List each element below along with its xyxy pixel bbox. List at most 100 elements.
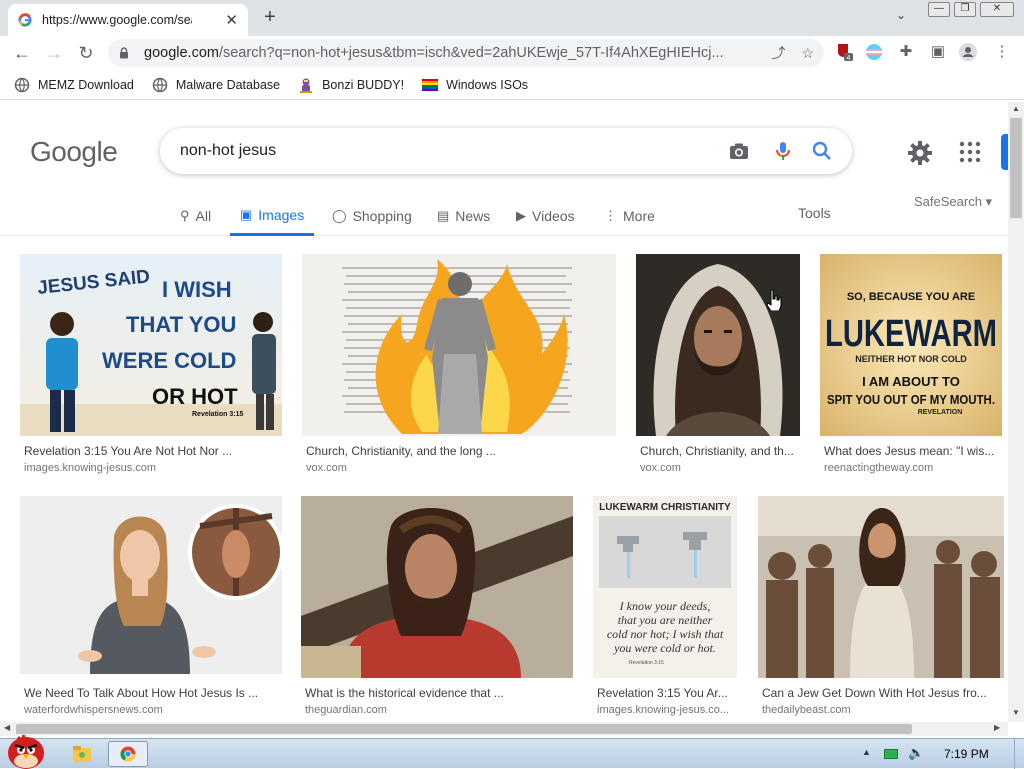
result-title[interactable]: Revelation 3:15 You Are Not Hot Nor ... xyxy=(24,444,280,458)
scroll-right-arrow-icon[interactable]: ▶ xyxy=(994,723,1000,732)
svg-text:LUKEWARM: LUKEWARM xyxy=(825,313,997,355)
svg-text:SO, BECAUSE YOU ARE: SO, BECAUSE YOU ARE xyxy=(847,291,975,303)
result-title[interactable]: Revelation 3:15 You Ar... xyxy=(597,686,737,700)
lock-icon xyxy=(120,47,128,59)
result-image[interactable] xyxy=(636,254,800,436)
safesearch-dropdown[interactable]: SafeSearch ▾ xyxy=(914,194,992,210)
result-source[interactable]: vox.com xyxy=(640,462,800,474)
minimize-button[interactable]: — xyxy=(928,2,950,17)
tab-title: https://www.google.com/search?q xyxy=(42,13,192,27)
result-image[interactable] xyxy=(302,254,616,436)
browser-tab[interactable]: https://www.google.com/search?q ✕ xyxy=(8,4,248,36)
browser-toolbar: ← → ↻ google.com/search?q=non-hot+jesus&… xyxy=(0,36,1024,70)
settings-gear-icon[interactable] xyxy=(906,139,934,167)
globe-icon xyxy=(152,77,168,92)
restore-button[interactable]: ❐ xyxy=(954,2,976,17)
svg-text:I AM ABOUT TO: I AM ABOUT TO xyxy=(862,374,960,389)
search-icon[interactable] xyxy=(811,140,833,162)
bookmark-star-icon[interactable]: ☆ xyxy=(801,45,814,62)
address-bar[interactable]: google.com/search?q=non-hot+jesus&tbm=is… xyxy=(108,39,824,67)
back-arrow-icon[interactable]: ← xyxy=(10,41,34,65)
bookmark-item[interactable]: MEMZ Download xyxy=(14,77,134,93)
result-source[interactable]: images.knowing-jesus.co... xyxy=(597,704,737,716)
result-title[interactable]: Church, Christianity, and the long ... xyxy=(306,444,606,458)
scroll-left-arrow-icon[interactable]: ◀ xyxy=(4,723,10,732)
profile-avatar-icon[interactable] xyxy=(958,42,978,62)
horizontal-scrollbar-thumb[interactable] xyxy=(16,724,912,734)
tag-icon: ◯ xyxy=(332,208,347,223)
clock[interactable]: 7:19 PM xyxy=(944,747,989,761)
bonzi-icon xyxy=(300,78,313,93)
google-favicon-icon xyxy=(18,13,32,27)
side-panel-icon[interactable]: ▣ xyxy=(928,42,948,62)
forward-arrow-icon[interactable]: → xyxy=(42,41,66,65)
extension-flag-icon[interactable] xyxy=(864,42,884,62)
scroll-down-arrow-icon[interactable]: ▼ xyxy=(1012,708,1020,717)
svg-text:REVELATION: REVELATION xyxy=(918,409,963,416)
svg-text:JESUS SAID: JESUS SAID xyxy=(36,266,151,299)
result-image[interactable]: JESUS SAID I WISH THAT YOU WERE COLD OR … xyxy=(20,254,282,436)
taskbar-chrome-button[interactable] xyxy=(108,741,148,767)
result-image[interactable] xyxy=(301,496,573,678)
url-text: google.com/search?q=non-hot+jesus&tbm=is… xyxy=(144,45,724,61)
show-desktop-button[interactable] xyxy=(1014,739,1024,769)
result-title[interactable]: What does Jesus mean: "I wis... xyxy=(824,444,1002,458)
result-title[interactable]: What is the historical evidence that ... xyxy=(305,686,571,700)
close-window-button[interactable]: ✕ xyxy=(980,2,1014,17)
result-title[interactable]: Can a Jew Get Down With Hot Jesus fro... xyxy=(762,686,1002,700)
search-box[interactable] xyxy=(160,128,852,174)
volume-icon[interactable]: 🔈 xyxy=(908,745,924,761)
tray-expand-icon[interactable]: ▲ xyxy=(862,747,871,757)
share-icon[interactable]: ⤴ xyxy=(771,43,785,63)
tab-shopping[interactable]: ◯ Shopping xyxy=(332,196,412,236)
result-image[interactable] xyxy=(20,496,282,674)
reload-icon[interactable]: ↻ xyxy=(74,41,98,65)
svg-text:NEITHER HOT NOR COLD: NEITHER HOT NOR COLD xyxy=(855,354,967,364)
hand-cursor-icon xyxy=(766,289,782,311)
search-icon: ⚲ xyxy=(180,208,190,223)
tools-button[interactable]: Tools xyxy=(798,205,831,221)
tab-more[interactable]: ⋮ More xyxy=(604,196,655,236)
result-source[interactable]: reenactingtheway.com xyxy=(824,462,1002,474)
svg-text:you were cold or hot.: you were cold or hot. xyxy=(613,641,716,655)
microphone-icon[interactable] xyxy=(772,140,794,162)
file-explorer-icon[interactable] xyxy=(72,745,92,763)
bookmarks-bar: MEMZ Download Malware Database Bonzi BUD… xyxy=(0,70,1024,100)
new-tab-button[interactable]: + xyxy=(258,6,282,30)
svg-text:I know your deeds,: I know your deeds, xyxy=(619,599,711,613)
google-logo[interactable]: Google xyxy=(30,136,118,168)
tab-videos[interactable]: ▶ Videos xyxy=(516,196,575,236)
tab-news[interactable]: ▤ News xyxy=(437,196,490,236)
tab-images[interactable]: ▣ Images xyxy=(230,196,315,236)
vertical-scrollbar-thumb[interactable] xyxy=(1010,118,1022,218)
start-button-angry-bird-icon[interactable] xyxy=(4,733,50,769)
bookmark-item[interactable]: Windows ISOs xyxy=(422,77,528,93)
browser-menu-icon[interactable]: ⋮ xyxy=(992,42,1012,62)
apps-grid-icon[interactable] xyxy=(958,140,982,164)
network-icon[interactable] xyxy=(884,749,898,759)
bookmark-item[interactable]: Malware Database xyxy=(152,77,280,93)
result-source[interactable]: vox.com xyxy=(306,462,606,474)
result-title[interactable]: Church, Christianity, and th... xyxy=(640,444,800,458)
result-source[interactable]: images.knowing-jesus.com xyxy=(24,462,280,474)
search-input[interactable] xyxy=(180,140,700,162)
extensions-puzzle-icon[interactable]: ✚ xyxy=(896,42,916,62)
result-source[interactable]: theguardian.com xyxy=(305,704,571,716)
result-image[interactable] xyxy=(758,496,1004,678)
result-image[interactable]: LUKEWARM CHRISTIANITY I know your deeds,… xyxy=(593,496,737,678)
result-image[interactable]: SO, BECAUSE YOU ARE LUKEWARM NEITHER HOT… xyxy=(820,254,1002,436)
tab-close-icon[interactable]: ✕ xyxy=(225,11,238,29)
chrome-icon xyxy=(120,746,136,762)
result-source[interactable]: thedailybeast.com xyxy=(762,704,1002,716)
svg-text:Revelation 3:15: Revelation 3:15 xyxy=(192,411,243,418)
tab-all[interactable]: ⚲ All xyxy=(180,196,211,236)
result-source[interactable]: waterfordwhispersnews.com xyxy=(24,704,280,716)
rainbow-flag-icon xyxy=(422,78,439,91)
extension-shield-icon[interactable]: 4 xyxy=(834,42,854,62)
tab-search-chevron-icon[interactable]: ⌄ xyxy=(896,8,906,22)
svg-text:I WISH: I WISH xyxy=(162,277,232,302)
result-title[interactable]: We Need To Talk About How Hot Jesus Is .… xyxy=(24,686,280,700)
camera-icon[interactable] xyxy=(728,140,750,162)
scroll-up-arrow-icon[interactable]: ▲ xyxy=(1012,104,1020,113)
bookmark-item[interactable]: Bonzi BUDDY! xyxy=(298,77,404,93)
